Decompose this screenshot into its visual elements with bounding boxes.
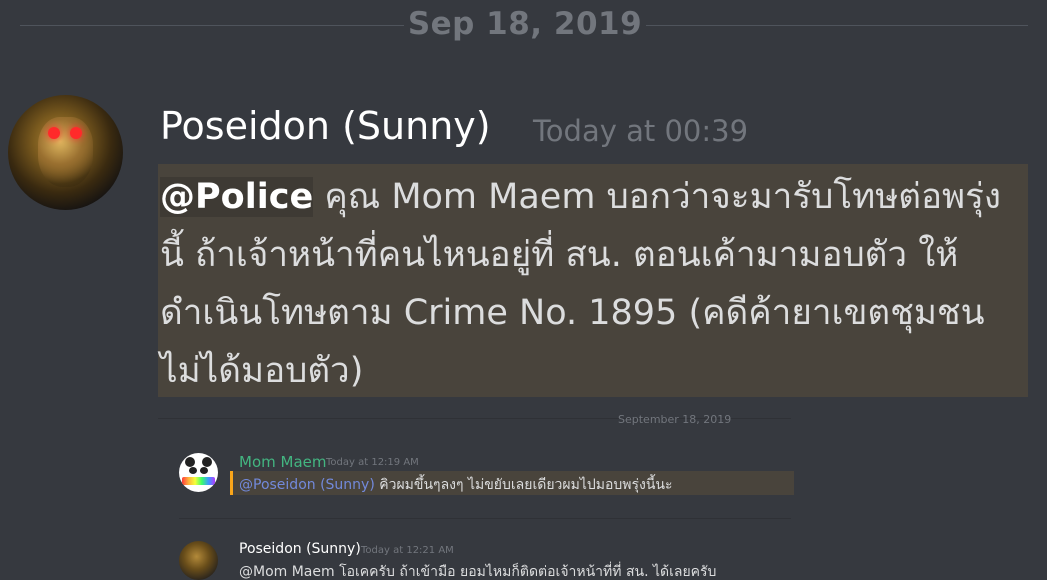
divider-line-right bbox=[646, 25, 1028, 26]
embed-time-1: Today at 12:19 AM bbox=[326, 457, 419, 468]
avatar[interactable] bbox=[8, 95, 123, 210]
embed-text-1-body: คิวผมขึ้นๆลงๆ ไม่ขยับเลยเดียวผมไปมอบพรุ่… bbox=[374, 477, 673, 493]
avatar-eye-left bbox=[48, 127, 60, 139]
rainbow-stripe bbox=[182, 477, 215, 485]
panda-eye-icon bbox=[189, 467, 197, 474]
avatar-eye-right bbox=[70, 127, 82, 139]
embed-author-2: Poseidon (Sunny) bbox=[239, 541, 361, 557]
embed-time-2: Today at 12:21 AM bbox=[361, 545, 454, 556]
embed-user-mention: @Poseidon (Sunny) bbox=[239, 477, 375, 493]
panda-ear-icon bbox=[202, 457, 212, 467]
embedded-screenshot[interactable]: September 18, 2019 Mom Maem Today at 12:… bbox=[158, 413, 794, 580]
panda-ear-icon bbox=[185, 457, 195, 467]
embed-author-1: Mom Maem bbox=[239, 453, 327, 471]
embed-date-divider: September 18, 2019 bbox=[618, 413, 732, 426]
panda-eye-icon bbox=[200, 467, 208, 474]
divider-line-left bbox=[20, 25, 404, 26]
embed-avatar-mom-maem bbox=[179, 453, 218, 492]
embed-text-1: @Poseidon (Sunny) คิวผมขึ้นๆลงๆ ไม่ขยับเ… bbox=[239, 474, 673, 496]
avatar-figure bbox=[38, 117, 93, 187]
message-author[interactable]: Poseidon (Sunny) bbox=[160, 104, 491, 148]
embed-avatar-poseidon bbox=[179, 541, 218, 580]
date-divider-label: Sep 18, 2019 bbox=[407, 6, 643, 42]
date-divider: Sep 18, 2019 bbox=[0, 0, 1047, 52]
embed-separator bbox=[179, 518, 791, 519]
message-content: @Police คุณ Mom Maem บอกว่าจะมารับโทษต่อ… bbox=[160, 168, 1024, 400]
message-timestamp: Today at 00:39 bbox=[533, 114, 749, 148]
embed-text-2: @Mom Maem โอเคครับ ถ้าเข้ามือ ยอมไหมก็ติ… bbox=[239, 564, 717, 579]
role-mention[interactable]: @Police bbox=[160, 177, 314, 217]
